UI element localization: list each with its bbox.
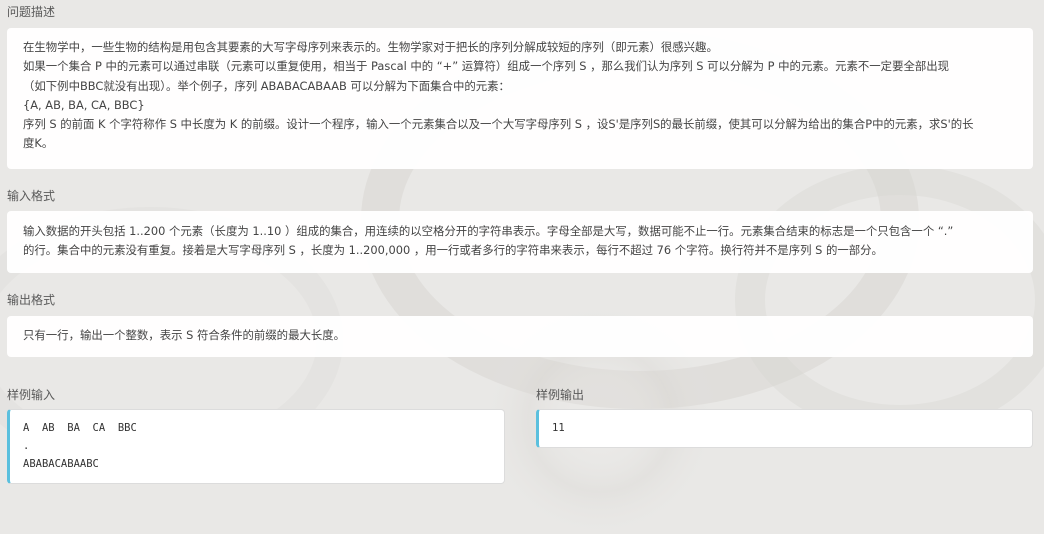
description-line: 序列 S 的前面 K 个字符称作 S 中长度为 K 的前缀。设计一个程序，输入一…: [23, 117, 974, 132]
sample-input-line: .: [23, 440, 30, 452]
sample-output-box[interactable]: 11: [536, 409, 1033, 448]
section-title-sample-input: 样例输入: [7, 388, 56, 402]
section-title-sample-output: 样例输出: [536, 388, 585, 402]
output-format-card: 只有一行，输出一个整数，表示 S 符合条件的前缀的最大长度。: [7, 316, 1033, 357]
description-line: （如下例中BBC就没有出现）。举个例子，序列 ABABACABAAB 可以分解为…: [23, 78, 510, 93]
description-line: 度K。: [23, 136, 54, 151]
section-title-description: 问题描述: [7, 5, 56, 19]
input-format-line: 输入数据的开头包括 1..200 个元素（长度为 1..10 ）组成的集合，用连…: [23, 224, 954, 238]
input-format-card: 输入数据的开头包括 1..200 个元素（长度为 1..10 ）组成的集合，用连…: [7, 211, 1033, 273]
description-line: {A, AB, BA, CA, BBC}: [23, 97, 145, 112]
output-format-line: 只有一行，输出一个整数，表示 S 符合条件的前缀的最大长度。: [23, 328, 346, 342]
input-format-line: 的行。集合中的元素没有重复。接着是大写字母序列 S ，长度为 1..200,00…: [23, 243, 883, 258]
description-line: 在生物学中，一些生物的结构是用包含其要素的大写字母序列来表示的。生物学家对于把长…: [23, 40, 718, 54]
sample-output-line: 11: [552, 422, 565, 434]
sample-input-line: A AB BA CA BBC: [23, 422, 137, 434]
section-title-input-format: 输入格式: [7, 189, 56, 203]
sample-input-line: ABABACABAABC: [23, 458, 99, 470]
description-line: 如果一个集合 P 中的元素可以通过串联（元素可以重复使用，相当于 Pascal …: [23, 59, 950, 74]
sample-input-box[interactable]: A AB BA CA BBC. ABABACABAABC: [7, 409, 505, 484]
section-title-output-format: 输出格式: [7, 293, 56, 307]
description-card: 在生物学中，一些生物的结构是用包含其要素的大写字母序列来表示的。生物学家对于把长…: [7, 28, 1033, 169]
